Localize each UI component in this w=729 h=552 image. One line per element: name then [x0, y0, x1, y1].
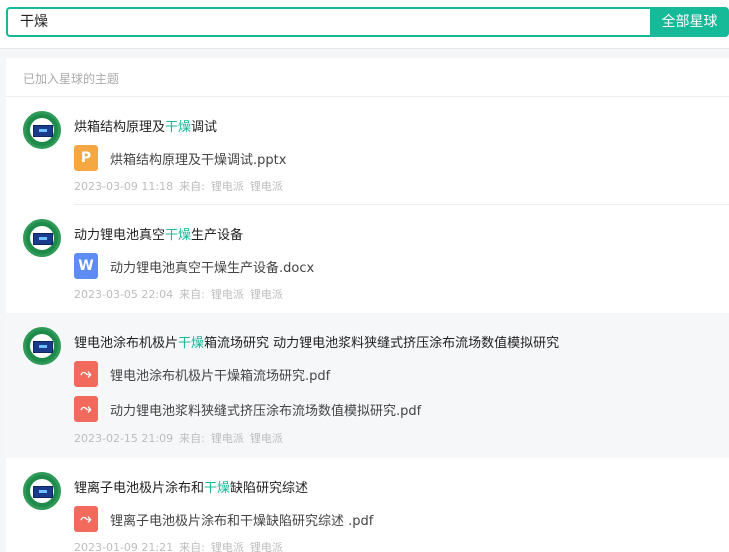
source-link[interactable]: 锂电派	[211, 541, 244, 552]
search-bar: 全部星球	[0, 0, 729, 49]
all-planets-button[interactable]: 全部星球	[650, 7, 729, 37]
planet-avatar[interactable]	[23, 111, 61, 149]
result-title[interactable]: 锂离子电池极片涂布和干燥缺陷研究综述	[74, 477, 308, 496]
title-text: 动力锂电池真空	[74, 228, 166, 243]
result-meta: 2023-01-09 21:21 来自: 锂电派 锂电派	[74, 539, 289, 552]
timestamp: 2023-02-15 21:09	[74, 432, 174, 445]
timestamp: 2023-03-09 11:18	[74, 180, 174, 193]
planet-avatar[interactable]	[23, 327, 61, 365]
timestamp: 2023-03-05 22:04	[74, 288, 174, 301]
title-text: 生产设备	[191, 228, 244, 243]
title-keyword: 干燥	[178, 336, 205, 351]
source-link[interactable]: 锂电派	[211, 288, 244, 301]
pptx-file-icon: P	[74, 145, 98, 171]
result-meta: 2023-02-15 21:09 来自: 锂电派 锂电派	[74, 430, 289, 446]
title-text: 烘箱结构原理及	[74, 120, 166, 135]
from-label: 来自:	[179, 180, 205, 193]
title-keyword: 干燥	[204, 481, 231, 496]
result-item[interactable]: 锂离子电池极片涂布和干燥缺陷研究综述 ⤳ 锂离子电池极片涂布和干燥缺陷研究综述 …	[6, 458, 729, 552]
file-name[interactable]: 锂离子电池极片涂布和干燥缺陷研究综述 .pdf	[110, 510, 373, 529]
title-text: 锂离子电池极片涂布和	[74, 481, 205, 496]
section-label: 已加入星球的主题	[23, 72, 120, 86]
title-text: 缺陷研究综述	[230, 481, 309, 496]
file-name[interactable]: 烘箱结构原理及干燥调试.pptx	[110, 149, 286, 168]
result-item[interactable]: 烘箱结构原理及干燥调试 P 烘箱结构原理及干燥调试.pptx 2023-03-0…	[6, 97, 729, 205]
result-title[interactable]: 锂电池涂布机极片干燥箱流场研究 动力锂电池浆料狭缝式挤压涂布流场数值模拟研究	[74, 332, 559, 351]
title-text: 调试	[191, 120, 218, 135]
result-meta: 2023-03-05 22:04 来自: 锂电派 锂电派	[74, 286, 289, 302]
source-link[interactable]: 锂电派	[250, 180, 283, 193]
pdf-file-icon: ⤳	[74, 396, 98, 422]
file-name[interactable]: 锂电池涂布机极片干燥箱流场研究.pdf	[110, 365, 330, 384]
title-keyword: 干燥	[165, 120, 192, 135]
from-label: 来自:	[179, 541, 205, 552]
search-box[interactable]	[6, 7, 650, 37]
results-panel: 已加入星球的主题 烘箱结构原理及干燥调试 P 烘箱结构原理及干燥调试.pptx …	[6, 58, 729, 552]
planet-avatar[interactable]	[23, 472, 61, 510]
source-link[interactable]: 锂电派	[250, 541, 283, 552]
title-text: 箱流场研究 动力锂电池浆料狭缝式挤压涂布流场数值模拟研究	[204, 336, 560, 351]
file-name[interactable]: 动力锂电池浆料狭缝式挤压涂布流场数值模拟研究.pdf	[110, 400, 421, 419]
pdf-file-icon: ⤳	[74, 361, 98, 387]
file-name[interactable]: 动力锂电池真空干燥生产设备.docx	[110, 257, 314, 276]
timestamp: 2023-01-09 21:21	[74, 541, 174, 552]
pdf-file-icon: ⤳	[74, 506, 98, 532]
title-text: 锂电池涂布机极片	[74, 336, 179, 351]
result-title[interactable]: 烘箱结构原理及干燥调试	[74, 116, 217, 135]
source-link[interactable]: 锂电派	[211, 180, 244, 193]
source-link[interactable]: 锂电派	[250, 288, 283, 301]
source-link[interactable]: 锂电派	[211, 432, 244, 445]
source-link[interactable]: 锂电派	[250, 432, 283, 445]
from-label: 来自:	[179, 288, 205, 301]
docx-file-icon: W	[74, 253, 98, 279]
title-keyword: 干燥	[165, 228, 192, 243]
result-item[interactable]: 锂电池涂布机极片干燥箱流场研究 动力锂电池浆料狭缝式挤压涂布流场数值模拟研究 ⤳…	[6, 313, 729, 458]
search-input[interactable]	[20, 9, 620, 35]
result-meta: 2023-03-09 11:18 来自: 锂电派 锂电派	[74, 178, 289, 194]
result-title[interactable]: 动力锂电池真空干燥生产设备	[74, 224, 243, 243]
from-label: 来自:	[179, 432, 205, 445]
result-item[interactable]: 动力锂电池真空干燥生产设备 W 动力锂电池真空干燥生产设备.docx 2023-…	[6, 205, 729, 313]
planet-avatar[interactable]	[23, 219, 61, 257]
